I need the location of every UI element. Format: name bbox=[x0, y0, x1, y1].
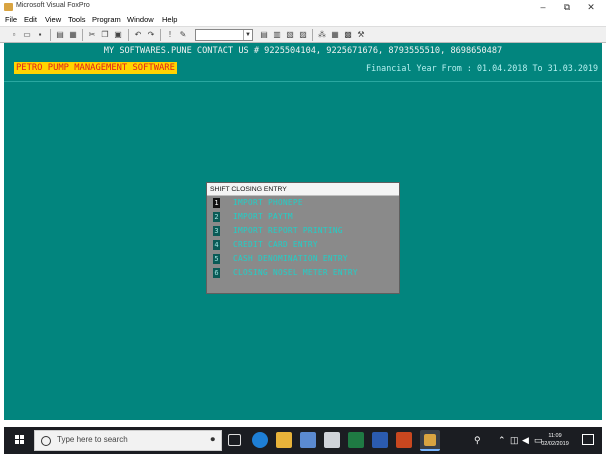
menu-option-label: IMPORT REPORT PRINTING bbox=[233, 226, 343, 235]
menu-tools[interactable]: Tools bbox=[68, 15, 86, 24]
hotkey-badge: 4 bbox=[213, 240, 220, 250]
menu-option-import-paytm[interactable]: 2 IMPORT PAYTM bbox=[207, 211, 399, 224]
people-icon[interactable]: ⚲ bbox=[474, 427, 481, 454]
modify-icon[interactable]: ✎ bbox=[178, 30, 188, 40]
show-hidden-icons-icon[interactable]: ⌃ bbox=[498, 427, 506, 454]
powerpoint-icon[interactable] bbox=[396, 432, 412, 448]
menu-option-label: CASH DENOMINATION ENTRY bbox=[233, 254, 348, 263]
menu-view[interactable]: View bbox=[45, 15, 61, 24]
run-icon[interactable]: ! bbox=[165, 30, 175, 40]
menu-option-closing-nosel-meter-entry[interactable]: 6 CLOSING NOSEL METER ENTRY bbox=[207, 267, 399, 280]
hotkey-badge: 6 bbox=[213, 268, 220, 278]
windows-taskbar: Type here to search ⏺ ⚲ ⌃ ◫ ◀ ▭ 11:09 02… bbox=[4, 427, 602, 454]
toolbar-separator bbox=[50, 29, 51, 41]
maximize-button[interactable]: ⧉ bbox=[556, 0, 578, 14]
toolbar-separator bbox=[160, 29, 161, 41]
menu-option-label: CLOSING NOSEL METER ENTRY bbox=[233, 268, 358, 277]
wizard-icon[interactable]: ▩ bbox=[343, 30, 353, 40]
menu-edit[interactable]: Edit bbox=[24, 15, 37, 24]
class-browser-icon[interactable]: ▦ bbox=[330, 30, 340, 40]
network-icon[interactable]: ◫ bbox=[510, 427, 519, 454]
menu-option-label: IMPORT PAYTM bbox=[233, 212, 293, 221]
close-button[interactable]: ✕ bbox=[580, 0, 602, 14]
toolbar-separator bbox=[82, 29, 83, 41]
window-title-bar: Microsoft Visual FoxPro – ⧉ ✕ bbox=[0, 0, 606, 14]
undo-icon[interactable]: ↶ bbox=[133, 30, 143, 40]
microphone-icon[interactable]: ⏺ bbox=[210, 434, 215, 445]
window-title: Microsoft Visual FoxPro bbox=[16, 2, 90, 9]
hotkey-badge: 3 bbox=[213, 226, 220, 236]
menu-option-import-report-printing[interactable]: 3 IMPORT REPORT PRINTING bbox=[207, 225, 399, 238]
clock-time: 11:09 bbox=[548, 433, 562, 439]
save-icon[interactable]: ▪ bbox=[35, 30, 45, 40]
financial-year: Financial Year From : 01.04.2018 To 31.0… bbox=[366, 63, 598, 73]
hotkey-badge: 1 bbox=[213, 198, 220, 208]
builder-icon[interactable]: ⚒ bbox=[356, 30, 366, 40]
contact-header: MY SOFTWARES.PUNE CONTACT US # 922550410… bbox=[103, 46, 503, 56]
menu-option-label: CREDIT CARD ENTRY bbox=[233, 240, 318, 249]
taskbar-search[interactable]: Type here to search ⏺ bbox=[34, 430, 222, 451]
notification-center-icon[interactable] bbox=[582, 434, 594, 445]
toolbar-separator bbox=[128, 29, 129, 41]
windows-logo-icon bbox=[15, 435, 25, 445]
report-icon[interactable]: ▨ bbox=[298, 30, 308, 40]
print-icon[interactable]: ▤ bbox=[55, 30, 65, 40]
menu-option-import-phonepe[interactable]: 1 IMPORT PHONEPE bbox=[207, 197, 399, 210]
task-view-icon[interactable] bbox=[228, 434, 241, 446]
redo-icon[interactable]: ↷ bbox=[146, 30, 156, 40]
preview-icon[interactable]: ▦ bbox=[68, 30, 78, 40]
form-icon[interactable]: ▧ bbox=[285, 30, 295, 40]
menu-option-credit-card-entry[interactable]: 4 CREDIT CARD ENTRY bbox=[207, 239, 399, 252]
open-icon[interactable]: ▭ bbox=[22, 30, 32, 40]
hotkey-badge: 2 bbox=[213, 212, 220, 222]
volume-icon[interactable]: ◀ bbox=[522, 427, 529, 454]
system-clock[interactable]: 11:09 02/02/2019 bbox=[536, 432, 574, 448]
dialog-title: SHIFT CLOSING ENTRY bbox=[207, 183, 399, 196]
menu-window[interactable]: Window bbox=[127, 15, 154, 24]
debug-icon[interactable]: ⁂ bbox=[317, 30, 327, 40]
menu-bar: File Edit View Tools Program Window Help bbox=[0, 14, 606, 26]
menu-option-label: IMPORT PHONEPE bbox=[233, 198, 303, 207]
cut-icon[interactable]: ✂ bbox=[87, 30, 97, 40]
toolbar-combo[interactable]: ▼ bbox=[195, 29, 253, 41]
excel-icon[interactable] bbox=[348, 432, 364, 448]
menu-option-cash-denomination-entry[interactable]: 5 CASH DENOMINATION ENTRY bbox=[207, 253, 399, 266]
foxpro-taskbar-icon[interactable] bbox=[420, 430, 440, 451]
foxpro-main-screen: MY SOFTWARES.PUNE CONTACT US # 922550410… bbox=[4, 43, 602, 420]
foxpro-app-icon bbox=[4, 3, 13, 11]
new-icon[interactable]: ▫ bbox=[9, 30, 19, 40]
copy-icon[interactable]: ❐ bbox=[100, 30, 110, 40]
menu-help[interactable]: Help bbox=[162, 15, 177, 24]
app-banner: PETRO PUMP MANAGEMENT SOFTWARE bbox=[14, 62, 177, 74]
shift-closing-dialog: SHIFT CLOSING ENTRY 1 IMPORT PHONEPE 2 I… bbox=[206, 182, 400, 294]
clock-date: 02/02/2019 bbox=[541, 441, 569, 447]
chevron-down-icon[interactable]: ▼ bbox=[243, 30, 252, 40]
store-icon[interactable] bbox=[300, 432, 316, 448]
header-divider bbox=[4, 81, 602, 82]
command-window-icon[interactable]: ▤ bbox=[259, 30, 269, 40]
paste-icon[interactable]: ▣ bbox=[113, 30, 123, 40]
cortana-icon bbox=[41, 436, 51, 446]
mail-icon[interactable] bbox=[324, 432, 340, 448]
properties-icon[interactable]: ▥ bbox=[272, 30, 282, 40]
minimize-button[interactable]: – bbox=[532, 0, 554, 14]
start-button[interactable] bbox=[10, 427, 30, 454]
menu-program[interactable]: Program bbox=[92, 15, 121, 24]
standard-toolbar: ▫ ▭ ▪ ▤ ▦ ✂ ❐ ▣ ↶ ↷ ! ✎ ▼ ▤ ▥ ▧ ▨ ⁂ ▦ ▩ … bbox=[0, 26, 606, 43]
hotkey-badge: 5 bbox=[213, 254, 220, 264]
edge-icon[interactable] bbox=[252, 432, 268, 448]
menu-file[interactable]: File bbox=[5, 15, 17, 24]
search-placeholder: Type here to search bbox=[57, 435, 128, 444]
word-icon[interactable] bbox=[372, 432, 388, 448]
toolbar-separator bbox=[312, 29, 313, 41]
file-explorer-icon[interactable] bbox=[276, 432, 292, 448]
